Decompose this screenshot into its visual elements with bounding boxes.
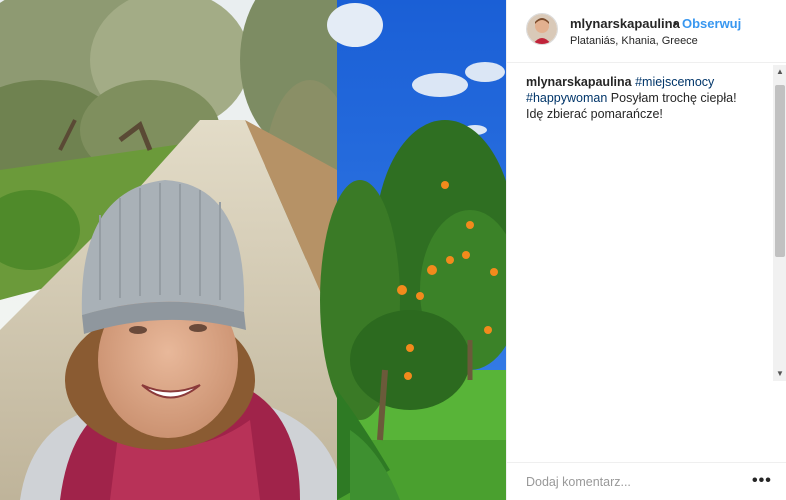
scroll-up-arrow-icon[interactable]: ▲ (773, 65, 786, 79)
photo-collage (0, 0, 506, 500)
orange-grove-photo (320, 0, 506, 500)
comment-input[interactable] (526, 473, 726, 491)
hashtag-link[interactable]: #miejscemocy (635, 75, 714, 89)
post-username[interactable]: mlynarskapaulina (570, 16, 680, 31)
more-options-icon[interactable]: ••• (752, 472, 772, 490)
comments-scrollbar[interactable]: ▲ ▼ (773, 65, 786, 381)
post-caption: mlynarskapaulina #miejscemocy #happywoma… (526, 74, 766, 122)
comment-bar: ••• (507, 462, 786, 500)
selfie-photo (0, 0, 360, 500)
caption-text: Posyłam trochę ciepła! (610, 91, 737, 105)
hashtag-link[interactable]: #happywoman (526, 91, 607, 105)
post-location[interactable]: Plataniás, Khania, Greece (570, 35, 698, 47)
scroll-down-arrow-icon[interactable]: ▼ (773, 367, 786, 381)
scrollbar-thumb[interactable] (775, 85, 785, 257)
follow-button[interactable]: Obserwuj (682, 16, 741, 31)
caption-username[interactable]: mlynarskapaulina (526, 75, 632, 89)
caption-text: Idę zbierać pomarańcze! (526, 107, 663, 121)
separator-dot: • (673, 16, 678, 31)
post-sidebar: mlynarskapaulina • Obserwuj Plataniás, K… (506, 0, 786, 500)
avatar[interactable] (526, 13, 558, 45)
post-header: mlynarskapaulina • Obserwuj Plataniás, K… (507, 0, 786, 63)
avatar-image (527, 14, 557, 44)
post-photo[interactable] (0, 0, 506, 500)
